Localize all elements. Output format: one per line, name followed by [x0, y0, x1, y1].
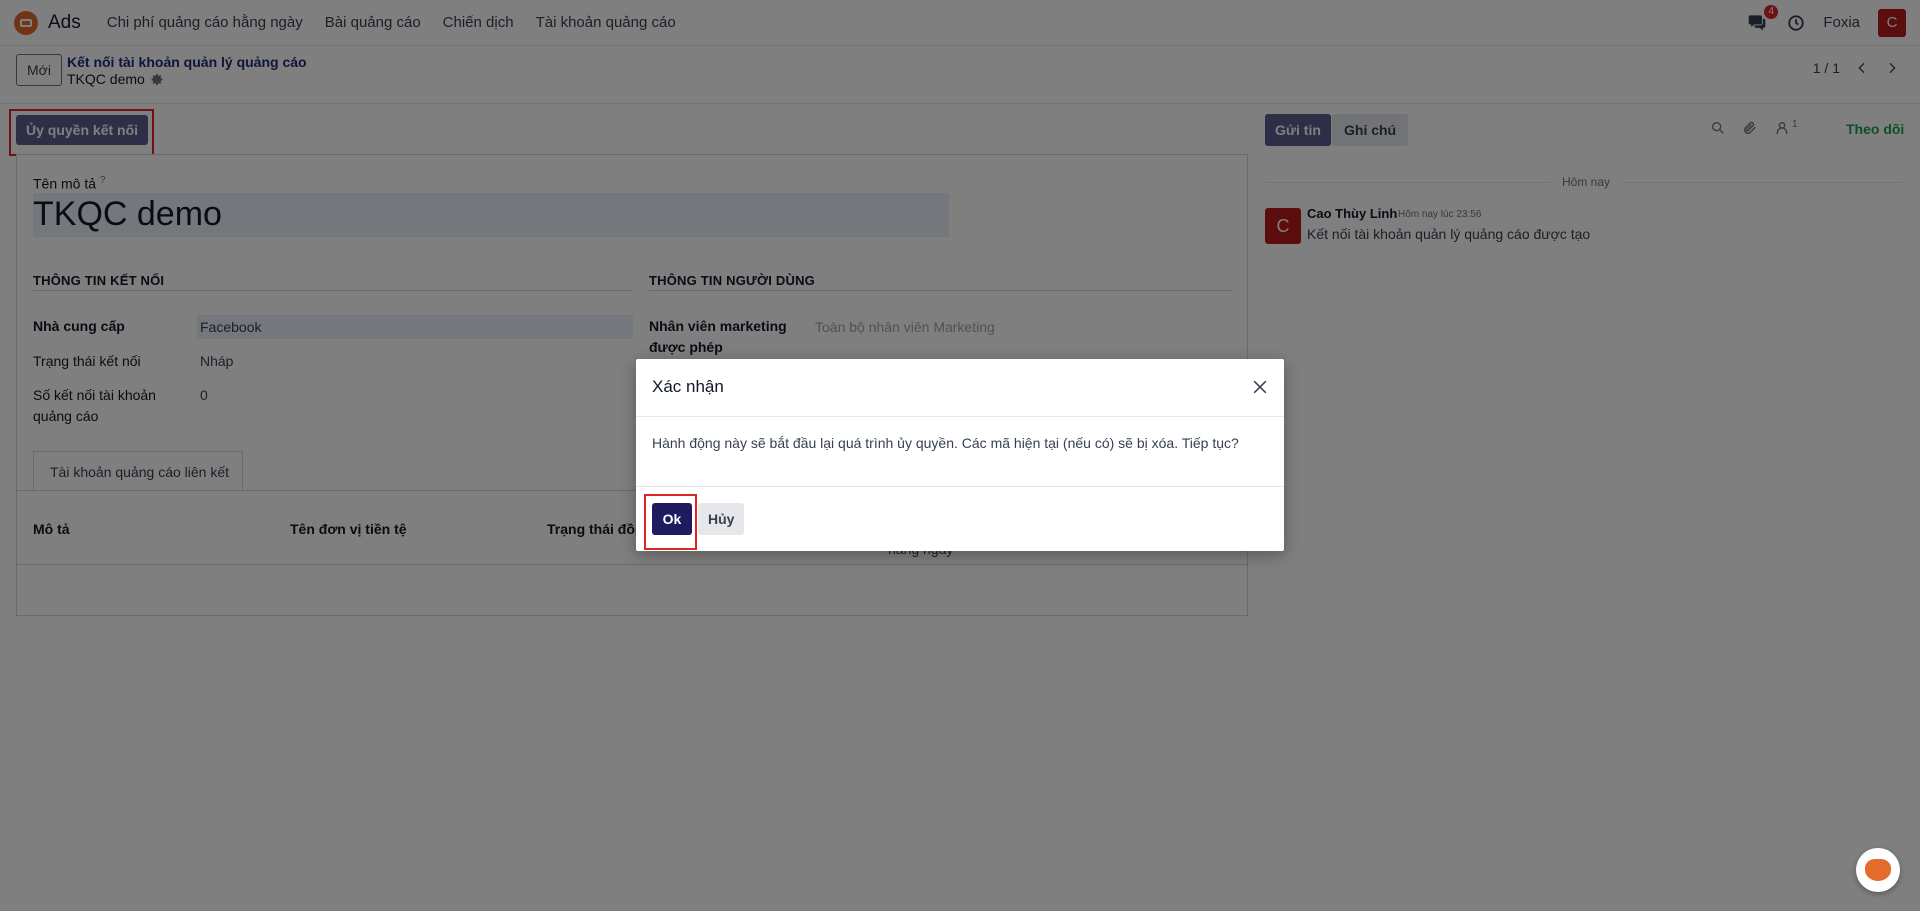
assistant-mascot-icon[interactable]	[1856, 848, 1900, 892]
confirm-dialog: Xác nhận Hành động này sẽ bắt đầu lại qu…	[636, 359, 1284, 551]
cancel-button[interactable]: Hủy	[698, 503, 745, 535]
ok-button[interactable]: Ok	[652, 503, 692, 535]
dialog-header: Xác nhận	[636, 359, 1284, 417]
close-icon[interactable]	[1250, 377, 1270, 397]
dialog-footer-divider	[636, 486, 1284, 487]
dialog-title: Xác nhận	[652, 377, 724, 396]
dialog-message: Hành động này sẽ bắt đầu lại quá trình ủ…	[652, 435, 1239, 451]
